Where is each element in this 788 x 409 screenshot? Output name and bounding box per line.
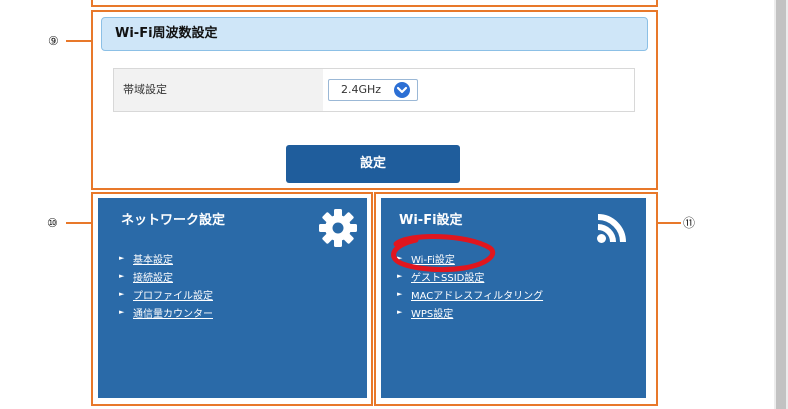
bullet-icon: ►: [119, 308, 125, 316]
callout-10: ⑩: [47, 216, 58, 230]
chevron-down-icon: [394, 82, 410, 98]
callout-11-line: [657, 222, 681, 224]
callout-9: ⑨: [48, 34, 59, 48]
network-link-traffic-counter[interactable]: 通信量カウンター: [133, 305, 213, 320]
apply-button[interactable]: 設定: [286, 145, 460, 183]
band-setting-label: 帯域設定: [114, 69, 323, 111]
bullet-icon: ►: [119, 254, 125, 262]
band-setting-row: 帯域設定 2.4GHz: [113, 68, 635, 112]
bullet-icon: ►: [119, 290, 125, 298]
bullet-icon: ►: [119, 272, 125, 280]
callout-10-line: [66, 222, 92, 224]
wifi-panel-title: Wi-Fi設定: [399, 213, 463, 228]
network-panel-title: ネットワーク設定: [121, 213, 226, 228]
vertical-scrollbar[interactable]: [774, 0, 788, 409]
scrollbar-thumb[interactable]: [776, 0, 786, 409]
wifi-settings-panel: Wi-Fi設定 ► Wi-Fi設定 ► ゲストSSID設定 ► MACアドレスフ…: [381, 198, 646, 398]
wifi-link-wps[interactable]: WPS設定: [411, 305, 453, 320]
callout-11: ⑪: [683, 216, 696, 230]
network-link-connection[interactable]: 接続設定: [133, 269, 173, 284]
band-select[interactable]: 2.4GHz: [328, 79, 418, 101]
band-select-value: 2.4GHz: [341, 83, 382, 96]
network-settings-panel: ネットワーク設定 ► 基本設定 ► 接続設定 ► プロファイル設定 ► 通信量カ…: [98, 198, 367, 398]
bullet-icon: ►: [397, 308, 403, 316]
wifi-link-mac-filter[interactable]: MACアドレスフィルタリング: [411, 287, 543, 302]
network-link-profile[interactable]: プロファイル設定: [133, 287, 213, 302]
network-link-basic[interactable]: 基本設定: [133, 251, 173, 266]
wifi-signal-icon: [594, 210, 630, 250]
top-section-frame: [91, 0, 658, 7]
red-highlight-circle: [391, 234, 496, 273]
bullet-icon: ►: [397, 290, 403, 298]
callout-9-line: [66, 40, 92, 42]
gear-icon: [318, 208, 358, 252]
wifi-frequency-header: Wi-Fi周波数設定: [101, 17, 648, 51]
